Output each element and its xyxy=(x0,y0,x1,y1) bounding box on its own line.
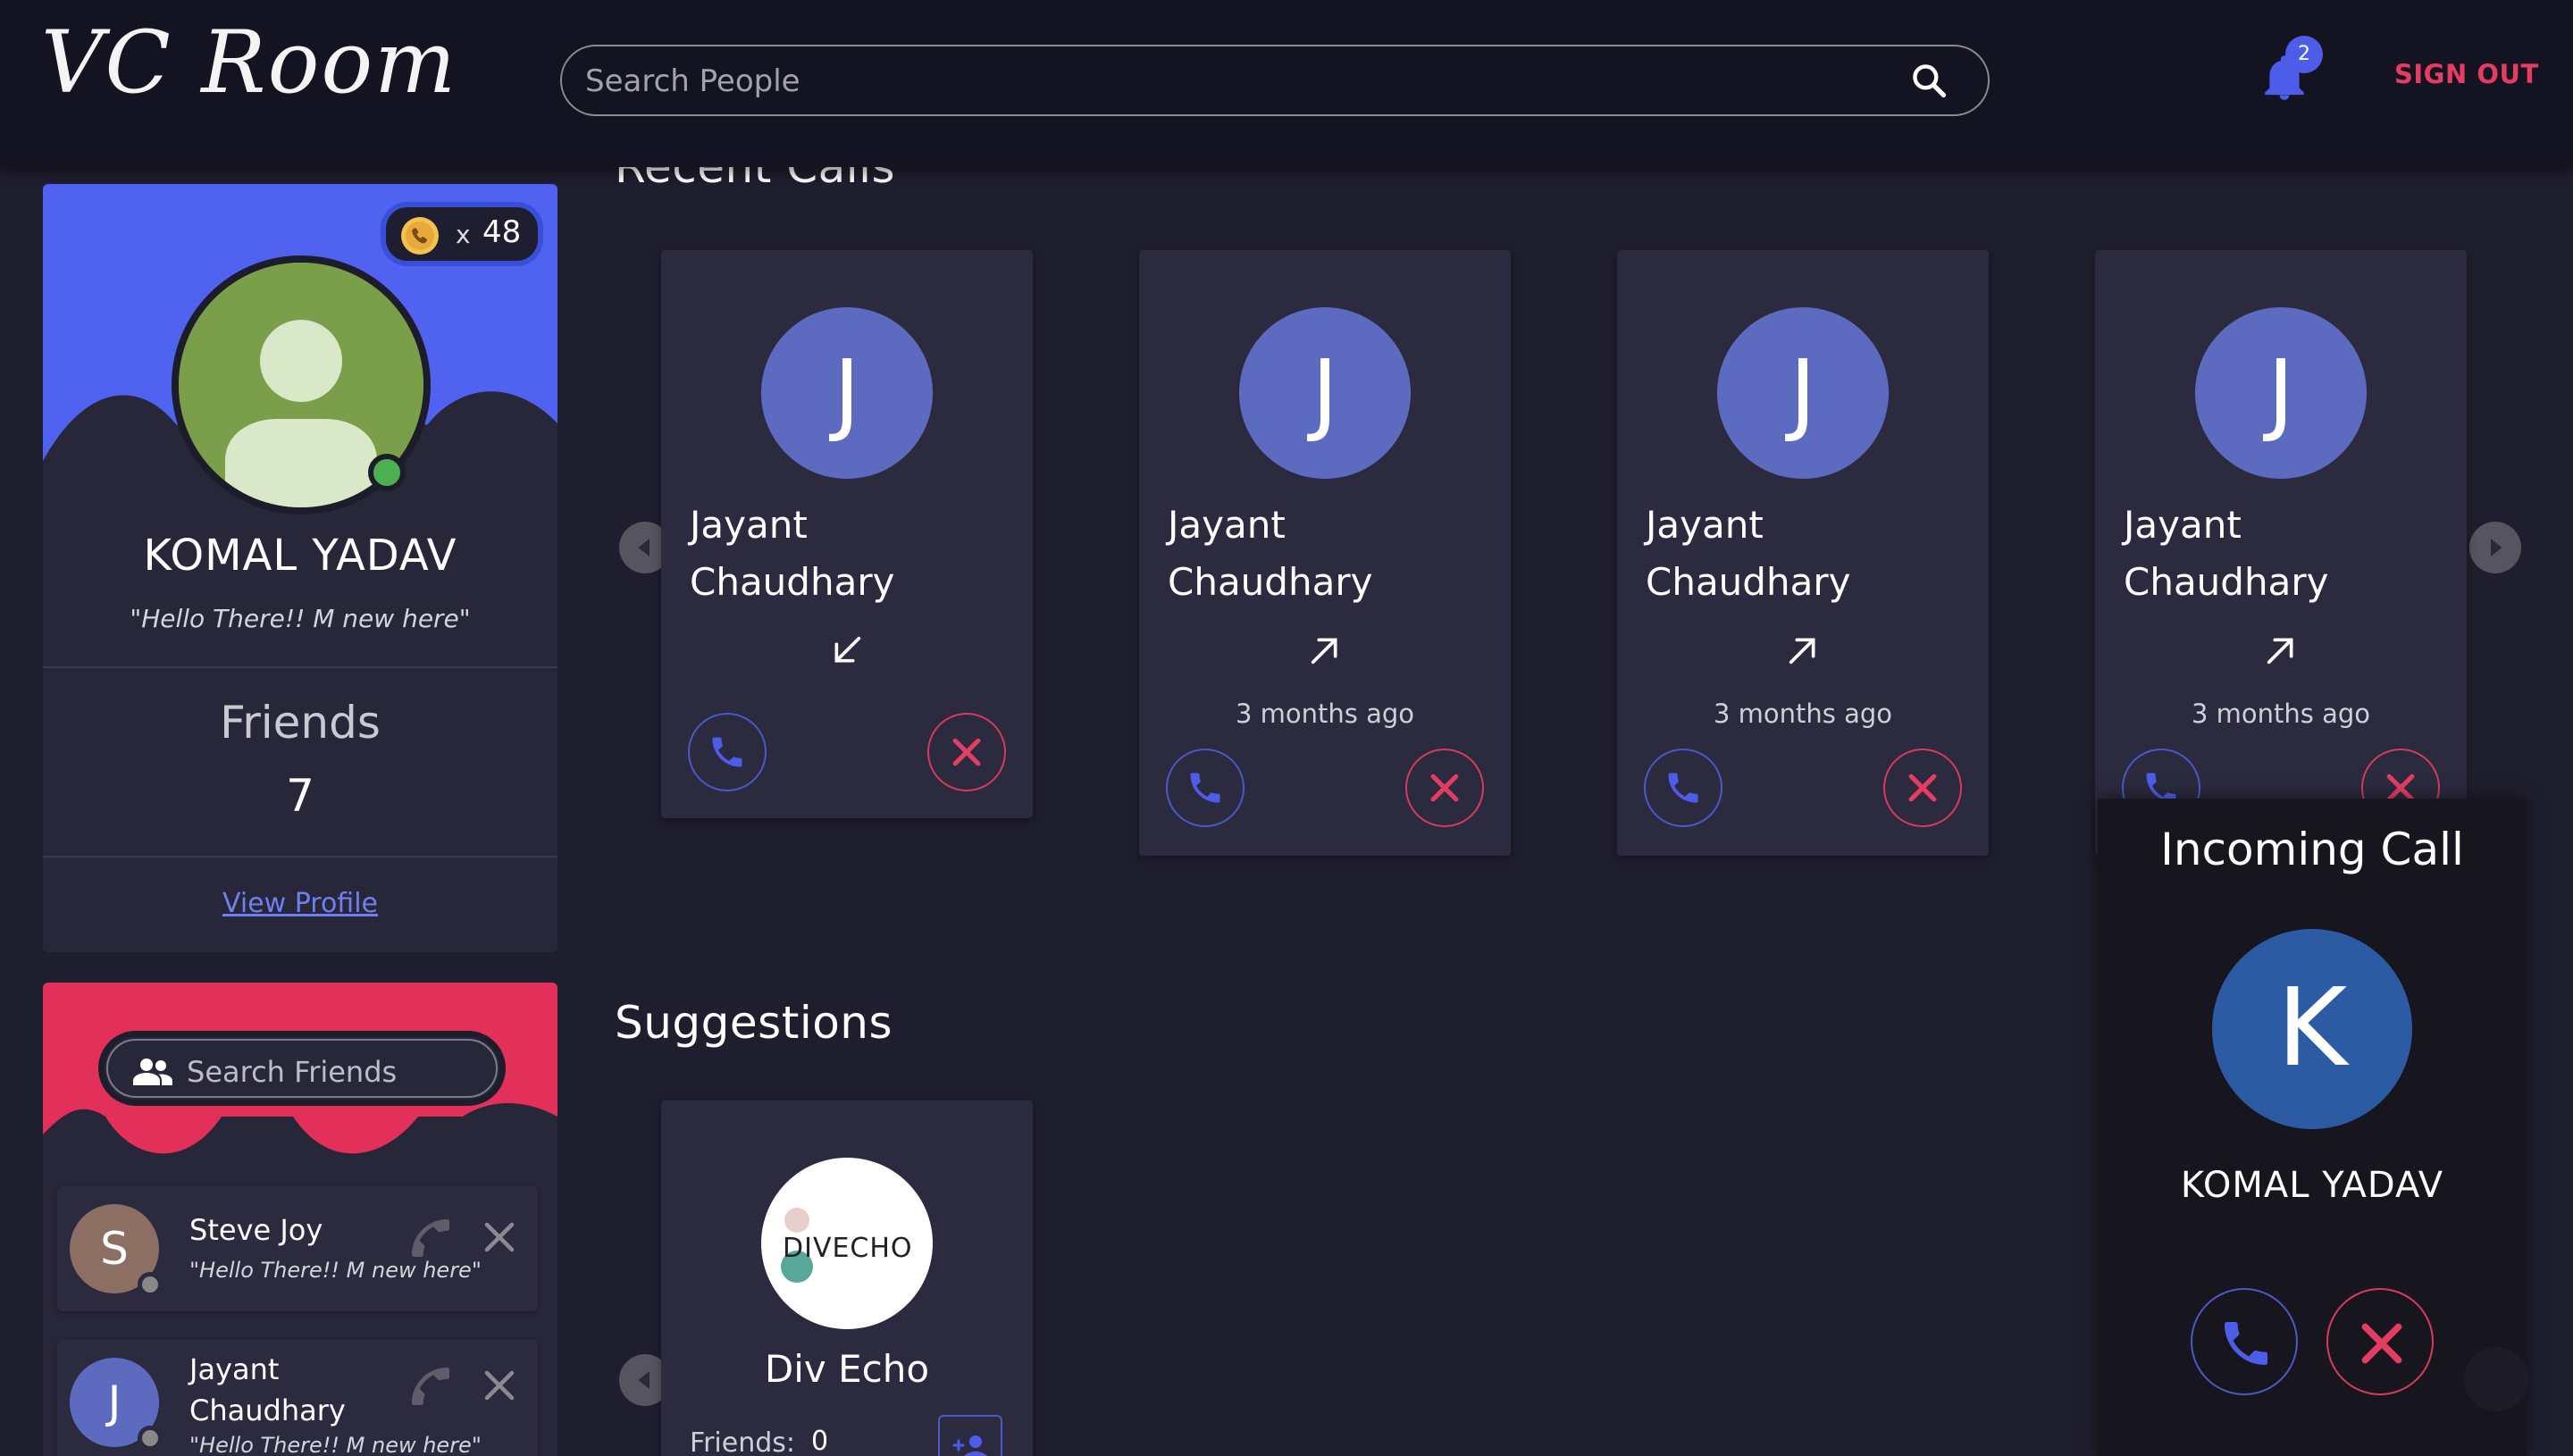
call-time: 3 months ago xyxy=(1235,699,1415,729)
suggestion-name: Div Echo xyxy=(764,1347,930,1391)
online-status-dot xyxy=(368,454,406,491)
close-icon xyxy=(2361,1323,2402,1364)
friends-panel: S Steve Joy "Hello There!! M new here" J… xyxy=(43,983,557,1456)
profile-name: KOMAL YADAV xyxy=(143,531,457,581)
coin-balance-badge[interactable]: x 48 xyxy=(381,202,543,266)
incoming-caller-name: KOMAL YADAV xyxy=(2180,1165,2444,1206)
outgoing-call-arrow-icon xyxy=(2263,632,2299,668)
sign-out-button[interactable]: SIGN OUT xyxy=(2394,59,2539,89)
call-back-button[interactable] xyxy=(1644,749,1722,827)
add-friend-button[interactable] xyxy=(938,1415,1002,1456)
app-logo[interactable]: VC Room xyxy=(41,20,457,105)
friend-name: Steve Joy xyxy=(189,1213,323,1247)
call-back-button[interactable] xyxy=(1166,749,1245,827)
delete-call-button[interactable] xyxy=(1405,749,1484,827)
arrow-right-icon xyxy=(2491,539,2502,556)
profile-divider xyxy=(43,856,557,858)
call-time: 3 months ago xyxy=(2191,699,2371,729)
caller-avatar: J xyxy=(1717,307,1889,479)
coin-multiplier: x xyxy=(456,220,471,249)
recent-call-card[interactable]: J Jayant Chaudhary 3 months ago xyxy=(1617,250,1989,856)
remove-friend-close-icon[interactable] xyxy=(481,1218,518,1256)
profile-card: x 48 KOMAL YADAV "Hello There!! M new he… xyxy=(43,184,557,952)
suggestion-card[interactable]: DIVECHO Div Echo Friends: 0 xyxy=(661,1100,1033,1456)
friends-count: 7 xyxy=(286,770,314,822)
caller-avatar: J xyxy=(761,307,933,479)
incoming-caller-avatar: K xyxy=(2212,929,2412,1129)
recent-call-card[interactable]: J Jayant Chaudhary xyxy=(661,250,1033,818)
coin-count: 48 xyxy=(482,214,522,250)
search-people-bar[interactable] xyxy=(560,45,1990,116)
recent-call-card[interactable]: J Jayant Chaudhary 3 months ago xyxy=(2095,250,2467,856)
offline-status-dot xyxy=(138,1426,163,1451)
remove-friend-close-icon[interactable] xyxy=(481,1367,518,1404)
outgoing-call-arrow-icon xyxy=(1307,632,1343,668)
suggestion-logo-text: DIVECHO xyxy=(783,1233,913,1264)
offline-status-dot xyxy=(138,1272,163,1297)
arrow-left-icon xyxy=(638,539,650,556)
friends-label: Friends xyxy=(220,697,381,749)
caller-name: Jayant Chaudhary xyxy=(1168,503,1373,604)
search-friends-input[interactable] xyxy=(187,1050,482,1094)
recent-calls-next-button[interactable] xyxy=(2469,522,2521,573)
recent-call-card[interactable]: J Jayant Chaudhary 3 months ago xyxy=(1139,250,1511,856)
friend-name: Jayant Chaudhary xyxy=(189,1352,346,1427)
suggestions-title: Suggestions xyxy=(615,997,893,1049)
view-profile-link[interactable]: View Profile xyxy=(43,888,557,919)
search-people-input[interactable] xyxy=(585,57,1881,105)
search-icon[interactable] xyxy=(1909,61,1949,100)
call-time: 3 months ago xyxy=(1713,699,1893,729)
call-friend-phone-icon[interactable] xyxy=(406,1213,456,1263)
decline-call-button[interactable] xyxy=(2326,1288,2434,1395)
accept-call-button[interactable] xyxy=(2191,1288,2298,1395)
phone-icon xyxy=(1190,773,1220,803)
suggestion-avatar: DIVECHO xyxy=(761,1158,933,1329)
close-icon xyxy=(1908,774,1937,802)
caller-name: Jayant Chaudhary xyxy=(1646,503,1851,604)
caller-name: Jayant Chaudhary xyxy=(2124,503,2329,604)
call-back-button[interactable] xyxy=(688,713,767,791)
phone-icon xyxy=(2225,1322,2267,1365)
profile-status-message: "Hello There!! M new here" xyxy=(130,604,471,633)
profile-divider xyxy=(43,666,557,668)
suggestion-friends-count: 0 xyxy=(811,1426,829,1456)
incoming-call-title: Incoming Call xyxy=(2160,824,2464,875)
friend-list-item[interactable]: S Steve Joy "Hello There!! M new here" xyxy=(57,1186,538,1311)
incoming-call-arrow-icon xyxy=(829,632,865,668)
close-icon xyxy=(952,738,981,766)
delete-call-button[interactable] xyxy=(1883,749,1962,827)
close-icon xyxy=(1430,774,1459,802)
caller-avatar: J xyxy=(1239,307,1411,479)
caller-name: Jayant Chaudhary xyxy=(690,503,895,604)
phone-icon xyxy=(1668,773,1698,803)
notification-count-badge: 2 xyxy=(2285,36,2323,73)
call-friend-phone-icon[interactable] xyxy=(406,1361,456,1411)
delete-call-button[interactable] xyxy=(927,713,1006,791)
search-friends-bar[interactable] xyxy=(98,1031,506,1106)
coin-phone-icon xyxy=(400,216,440,255)
arrow-left-icon xyxy=(638,1371,650,1389)
friend-list-item[interactable]: J Jayant Chaudhary "Hello There!! M new … xyxy=(57,1340,538,1456)
incoming-call-dialog: Incoming Call K KOMAL YADAV xyxy=(2098,799,2527,1456)
people-icon xyxy=(133,1057,172,1087)
search-friends-field xyxy=(106,1039,498,1098)
caller-avatar: J xyxy=(2195,307,2367,479)
friend-status-message: "Hello There!! M new here" xyxy=(189,1433,482,1456)
outgoing-call-arrow-icon xyxy=(1785,632,1821,668)
add-group-icon xyxy=(952,1435,987,1456)
phone-icon xyxy=(712,737,742,767)
app-header: VC Room 2 SIGN OUT xyxy=(0,0,2573,167)
suggestion-friends-label: Friends: xyxy=(690,1427,795,1456)
floating-action-button[interactable] xyxy=(2464,1347,2528,1411)
